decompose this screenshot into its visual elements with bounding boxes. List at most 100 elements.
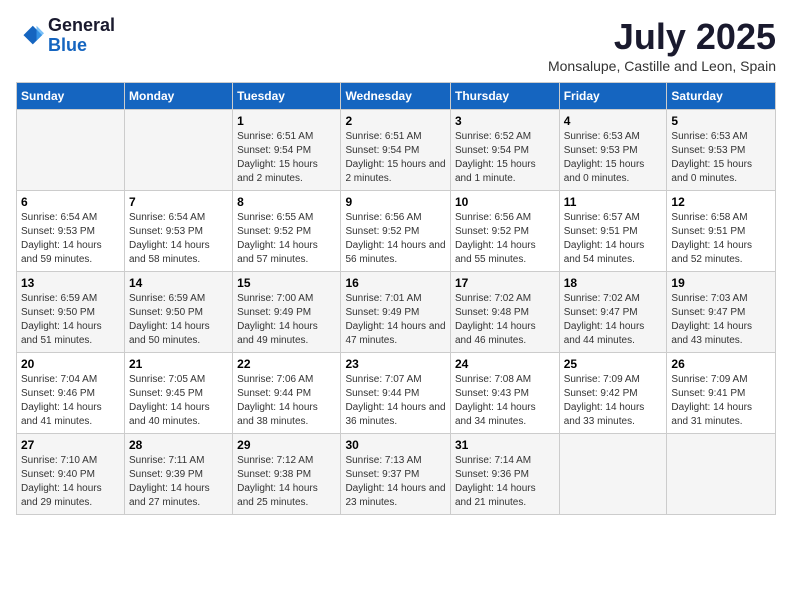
day-info: Sunrise: 6:57 AM Sunset: 9:51 PM Dayligh… xyxy=(564,211,663,267)
calendar-cell: 24 Sunrise: 7:08 AM Sunset: 9:43 PM Dayli… xyxy=(450,353,559,434)
calendar-header: SundayMondayTuesdayWednesdayThursdayFrid… xyxy=(17,83,776,110)
calendar-cell: 27Sunrise: 7:10 AM Sunset: 9:40 PM Dayli… xyxy=(17,434,125,515)
calendar-week-2: 6 Sunrise: 6:54 AM Sunset: 9:53 PM Daylig… xyxy=(17,191,776,272)
calendar-week-5: 27Sunrise: 7:10 AM Sunset: 9:40 PM Dayli… xyxy=(17,434,776,515)
day-info: Sunrise: 6:53 AM Sunset: 9:53 PM Dayligh… xyxy=(671,130,771,186)
day-number: 4 xyxy=(564,114,663,128)
logo-line1: General xyxy=(48,16,115,36)
calendar-cell: 30 Sunrise: 7:13 AM Sunset: 9:37 PM Dayli… xyxy=(341,434,451,515)
day-number: 1 xyxy=(237,114,336,128)
day-number: 10 xyxy=(455,195,555,209)
day-info: Sunrise: 7:13 AM Sunset: 9:37 PM Dayligh… xyxy=(345,454,446,510)
day-number: 8 xyxy=(237,195,336,209)
calendar-cell: 25 Sunrise: 7:09 AM Sunset: 9:42 PM Dayli… xyxy=(559,353,667,434)
calendar-cell: 12Sunrise: 6:58 AM Sunset: 9:51 PM Dayli… xyxy=(667,191,776,272)
day-info: Sunrise: 7:05 AM Sunset: 9:45 PM Dayligh… xyxy=(129,373,228,429)
day-info: Sunrise: 6:53 AM Sunset: 9:53 PM Dayligh… xyxy=(564,130,663,186)
calendar-cell: 23 Sunrise: 7:07 AM Sunset: 9:44 PM Dayli… xyxy=(341,353,451,434)
day-info: Sunrise: 6:59 AM Sunset: 9:50 PM Dayligh… xyxy=(21,292,120,348)
day-number: 15 xyxy=(237,276,336,290)
day-info: Sunrise: 7:09 AM Sunset: 9:42 PM Dayligh… xyxy=(564,373,663,429)
location: Monsalupe, Castille and Leon, Spain xyxy=(548,58,776,74)
day-info: Sunrise: 7:01 AM Sunset: 9:49 PM Dayligh… xyxy=(345,292,446,348)
day-info: Sunrise: 7:11 AM Sunset: 9:39 PM Dayligh… xyxy=(129,454,228,510)
calendar-cell xyxy=(125,110,233,191)
day-info: Sunrise: 6:52 AM Sunset: 9:54 PM Dayligh… xyxy=(455,130,555,186)
day-number: 5 xyxy=(671,114,771,128)
day-info: Sunrise: 7:14 AM Sunset: 9:36 PM Dayligh… xyxy=(455,454,555,510)
day-number: 14 xyxy=(129,276,228,290)
weekday-header-row: SundayMondayTuesdayWednesdayThursdayFrid… xyxy=(17,83,776,110)
day-number: 17 xyxy=(455,276,555,290)
logo-text: General Blue xyxy=(48,16,115,56)
day-info: Sunrise: 7:02 AM Sunset: 9:48 PM Dayligh… xyxy=(455,292,555,348)
calendar-cell: 3 Sunrise: 6:52 AM Sunset: 9:54 PM Daylig… xyxy=(450,110,559,191)
calendar-cell xyxy=(559,434,667,515)
day-number: 6 xyxy=(21,195,120,209)
calendar-week-1: 1 Sunrise: 6:51 AM Sunset: 9:54 PM Daylig… xyxy=(17,110,776,191)
calendar-cell: 1 Sunrise: 6:51 AM Sunset: 9:54 PM Daylig… xyxy=(233,110,341,191)
calendar-cell: 9Sunrise: 6:56 AM Sunset: 9:52 PM Daylig… xyxy=(341,191,451,272)
title-block: July 2025 Monsalupe, Castille and Leon, … xyxy=(548,16,776,74)
weekday-header-monday: Monday xyxy=(125,83,233,110)
day-number: 22 xyxy=(237,357,336,371)
day-number: 21 xyxy=(129,357,228,371)
day-info: Sunrise: 7:06 AM Sunset: 9:44 PM Dayligh… xyxy=(237,373,336,429)
calendar-cell: 13 Sunrise: 6:59 AM Sunset: 9:50 PM Dayli… xyxy=(17,272,125,353)
calendar-cell xyxy=(667,434,776,515)
day-info: Sunrise: 7:12 AM Sunset: 9:38 PM Dayligh… xyxy=(237,454,336,510)
day-info: Sunrise: 7:08 AM Sunset: 9:43 PM Dayligh… xyxy=(455,373,555,429)
day-number: 26 xyxy=(671,357,771,371)
calendar-cell: 17 Sunrise: 7:02 AM Sunset: 9:48 PM Dayli… xyxy=(450,272,559,353)
calendar-cell: 7Sunrise: 6:54 AM Sunset: 9:53 PM Daylig… xyxy=(125,191,233,272)
weekday-header-saturday: Saturday xyxy=(667,83,776,110)
calendar-week-4: 20 Sunrise: 7:04 AM Sunset: 9:46 PM Dayli… xyxy=(17,353,776,434)
day-number: 16 xyxy=(345,276,446,290)
day-number: 25 xyxy=(564,357,663,371)
weekday-header-sunday: Sunday xyxy=(17,83,125,110)
calendar-cell: 22 Sunrise: 7:06 AM Sunset: 9:44 PM Dayli… xyxy=(233,353,341,434)
day-info: Sunrise: 6:58 AM Sunset: 9:51 PM Dayligh… xyxy=(671,211,771,267)
page-header: General Blue July 2025 Monsalupe, Castil… xyxy=(16,16,776,74)
logo: General Blue xyxy=(16,16,115,56)
calendar-body: 1 Sunrise: 6:51 AM Sunset: 9:54 PM Daylig… xyxy=(17,110,776,515)
calendar-week-3: 13 Sunrise: 6:59 AM Sunset: 9:50 PM Dayli… xyxy=(17,272,776,353)
day-number: 31 xyxy=(455,438,555,452)
day-number: 13 xyxy=(21,276,120,290)
calendar-cell: 11Sunrise: 6:57 AM Sunset: 9:51 PM Dayli… xyxy=(559,191,667,272)
day-info: Sunrise: 6:54 AM Sunset: 9:53 PM Dayligh… xyxy=(21,211,120,267)
day-info: Sunrise: 6:51 AM Sunset: 9:54 PM Dayligh… xyxy=(237,130,336,186)
logo-line2: Blue xyxy=(48,36,115,56)
calendar-cell: 8 Sunrise: 6:55 AM Sunset: 9:52 PM Daylig… xyxy=(233,191,341,272)
day-info: Sunrise: 6:56 AM Sunset: 9:52 PM Dayligh… xyxy=(455,211,555,267)
day-info: Sunrise: 6:51 AM Sunset: 9:54 PM Dayligh… xyxy=(345,130,446,186)
month-title: July 2025 xyxy=(548,16,776,58)
calendar-cell: 20 Sunrise: 7:04 AM Sunset: 9:46 PM Dayli… xyxy=(17,353,125,434)
day-info: Sunrise: 7:09 AM Sunset: 9:41 PM Dayligh… xyxy=(671,373,771,429)
calendar-cell: 18Sunrise: 7:02 AM Sunset: 9:47 PM Dayli… xyxy=(559,272,667,353)
calendar-cell: 26 Sunrise: 7:09 AM Sunset: 9:41 PM Dayli… xyxy=(667,353,776,434)
day-number: 3 xyxy=(455,114,555,128)
day-number: 2 xyxy=(345,114,446,128)
calendar-cell xyxy=(17,110,125,191)
day-info: Sunrise: 7:00 AM Sunset: 9:49 PM Dayligh… xyxy=(237,292,336,348)
calendar-cell: 10 Sunrise: 6:56 AM Sunset: 9:52 PM Dayli… xyxy=(450,191,559,272)
day-info: Sunrise: 7:04 AM Sunset: 9:46 PM Dayligh… xyxy=(21,373,120,429)
day-info: Sunrise: 7:07 AM Sunset: 9:44 PM Dayligh… xyxy=(345,373,446,429)
day-number: 19 xyxy=(671,276,771,290)
day-number: 20 xyxy=(21,357,120,371)
day-number: 24 xyxy=(455,357,555,371)
day-info: Sunrise: 7:03 AM Sunset: 9:47 PM Dayligh… xyxy=(671,292,771,348)
day-number: 23 xyxy=(345,357,446,371)
calendar-table: SundayMondayTuesdayWednesdayThursdayFrid… xyxy=(16,82,776,515)
calendar-cell: 5 Sunrise: 6:53 AM Sunset: 9:53 PM Daylig… xyxy=(667,110,776,191)
calendar-cell: 19 Sunrise: 7:03 AM Sunset: 9:47 PM Dayli… xyxy=(667,272,776,353)
day-info: Sunrise: 6:55 AM Sunset: 9:52 PM Dayligh… xyxy=(237,211,336,267)
day-number: 30 xyxy=(345,438,446,452)
day-number: 18 xyxy=(564,276,663,290)
day-number: 9 xyxy=(345,195,446,209)
calendar-cell: 6 Sunrise: 6:54 AM Sunset: 9:53 PM Daylig… xyxy=(17,191,125,272)
calendar-cell: 16 Sunrise: 7:01 AM Sunset: 9:49 PM Dayli… xyxy=(341,272,451,353)
calendar-cell: 28Sunrise: 7:11 AM Sunset: 9:39 PM Dayli… xyxy=(125,434,233,515)
calendar-cell: 31 Sunrise: 7:14 AM Sunset: 9:36 PM Dayli… xyxy=(450,434,559,515)
